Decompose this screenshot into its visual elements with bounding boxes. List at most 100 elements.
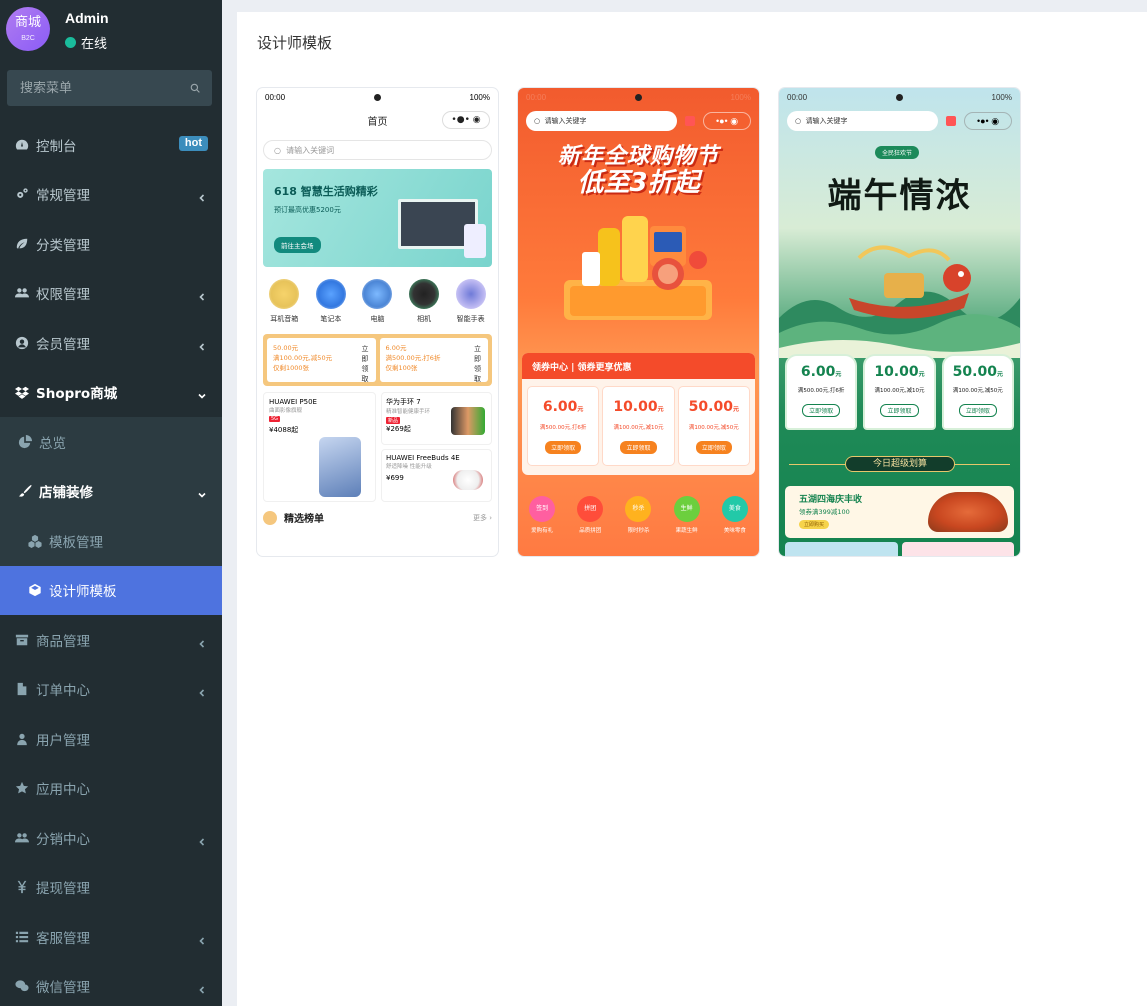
miniapp-capsule-icon: •●• ◉ <box>703 112 751 130</box>
coupon-amount: 50.00 <box>688 399 733 415</box>
earbuds-image <box>453 470 483 490</box>
search-icon[interactable] <box>190 81 200 95</box>
star-icon <box>15 781 29 795</box>
sidebar-item-auth[interactable]: 权限管理 <box>0 269 222 319</box>
coupon-condition: 满100.00元,减10元 <box>613 425 664 431</box>
sidebar-item-apps[interactable]: 应用中心 <box>0 764 222 814</box>
sidebar-item-users[interactable]: 用户管理 <box>0 714 222 764</box>
users-icon <box>15 286 29 300</box>
coupon-get: 立即领取 <box>545 441 582 454</box>
sidebar-item-designer-template[interactable]: 设计师模板 <box>0 565 222 615</box>
coupon-get: 立即领取 <box>361 345 369 383</box>
sidebar-item-distribution[interactable]: 分销中心 <box>0 813 222 863</box>
template-card-new-year[interactable]: 00:00 100% ○ 请输入关键字 •●• ◉ 新年全球购物节 低至3折起 <box>518 88 759 556</box>
decorate-submenu: 模板管理 设计师模板 <box>0 516 222 615</box>
sidebar-item-withdraw[interactable]: 提现管理 <box>0 863 222 913</box>
coupon-unit: 元 <box>577 406 584 413</box>
sidebar: 商城 B2C Admin 在线 控制台 hot 常规管理 分类管理 权限管理 <box>0 0 222 1006</box>
hot-badge: hot <box>178 136 208 151</box>
coupon-get: 立即领取 <box>695 441 732 454</box>
user-circle-icon <box>15 336 29 350</box>
sidebar-menu: 控制台 hot 常规管理 分类管理 权限管理 会员管理 Shopro商城 总览 … <box>0 120 222 1006</box>
chevron-left-icon <box>198 982 206 994</box>
flash-sale-icon: 秒杀 <box>625 496 652 522</box>
pie-chart-icon <box>18 434 32 449</box>
category-row: 耳机音箱 笔记本 电脑 相机 智能手表 <box>257 279 498 324</box>
cubes-icon <box>28 534 42 548</box>
sidebar-item-label: 设计师模板 <box>49 584 117 601</box>
coupon: 10.00元 满100.00元,减10元 立即领取 <box>603 387 674 465</box>
footer-card <box>901 542 1014 556</box>
sidebar-item-dashboard[interactable]: 控制台 hot <box>0 120 222 170</box>
coupon-amount: 50.00元 <box>273 344 299 352</box>
sidebar-item-category[interactable]: 分类管理 <box>0 219 222 269</box>
sidebar-item-wechat[interactable]: 微信管理 <box>0 962 222 1006</box>
category-item: 笔记本 <box>315 279 346 324</box>
page-title: 设计师模板 <box>257 34 333 52</box>
camera-icon <box>634 93 642 101</box>
promo-button: 立即购买 <box>799 520 830 529</box>
sidebar-item-goods[interactable]: 商品管理 <box>0 615 222 665</box>
camera-icon <box>373 93 381 101</box>
category-label: 相机 <box>417 315 432 323</box>
sidebar-item-service[interactable]: 客服管理 <box>0 912 222 962</box>
template-card-dragon-boat[interactable]: 00:00 100% ○ 请输入关键字 •●• ◉ 全民狂欢节 端午情浓 6.0… <box>779 88 1020 556</box>
banner-subtitle: 预订最高优惠5200元 <box>274 206 341 214</box>
category-label: 笔记本 <box>320 315 342 323</box>
users-icon <box>15 831 29 845</box>
coupon-unit: 元 <box>835 371 842 378</box>
coupon: 50.00元 满100.00元,减50元 立即领取 <box>941 354 1014 430</box>
sidebar-item-member[interactable]: 会员管理 <box>0 318 222 368</box>
status-battery: 100% <box>469 92 490 102</box>
hero-subtitle: 低至3折起 <box>577 168 700 198</box>
product-card: 华为手环 7 精准智能健康手环 新品 ¥269起 <box>381 392 492 445</box>
sidebar-item-general[interactable]: 常规管理 <box>0 170 222 220</box>
promo-title: 五湖四海庆丰收 <box>799 495 863 505</box>
cogs-icon <box>15 187 29 201</box>
user-name: Admin <box>65 10 109 26</box>
coupon: 50.00元 满100.00元,减50元 立即领取 <box>678 387 749 465</box>
online-dot-icon <box>65 37 76 48</box>
quick-entry: 生鲜 果蔬生鲜 <box>673 496 700 534</box>
sidebar-item-decorate[interactable]: 店铺装修 <box>0 467 222 517</box>
crab-image <box>928 492 1008 532</box>
coupon-center-title: 领券中心 | 领券更享优惠 <box>522 353 755 379</box>
file-icon <box>15 682 29 696</box>
sidebar-item-label: 店铺装修 <box>39 485 93 502</box>
user-panel: 商城 B2C Admin 在线 <box>0 0 222 62</box>
dragon-boat-image <box>849 245 971 319</box>
template-card-618[interactable]: 00:00 100% 首页 •●• ◉ ○ 请输入关键词 618 智慧生活购精彩… <box>257 88 498 556</box>
leaf-icon <box>15 237 29 251</box>
chevron-down-icon <box>198 388 206 399</box>
sidebar-item-template-manager[interactable]: 模板管理 <box>0 516 222 566</box>
coupon-amount: 6.00 <box>542 399 578 415</box>
sidebar-item-shopro[interactable]: Shopro商城 <box>0 368 222 418</box>
sidebar-item-label: 微信管理 <box>36 980 90 997</box>
monitor-icon <box>362 279 393 309</box>
main-content: 设计师模板 00:00 100% 首页 •●• ◉ ○ 请输入关键词 618 智… <box>237 12 1147 1006</box>
preview-search-text: 请输入关键字 <box>805 117 848 125</box>
coupon-row: 6.00元 满500.00元,打6折 立即领取 10.00元 满100.00元,减10… <box>785 354 1014 430</box>
preview-search: ○ 请输入关键字 <box>787 111 938 131</box>
menu-search-input[interactable] <box>20 80 190 96</box>
snack-icon: 美食 <box>721 496 748 522</box>
tag-badge: 新品 <box>386 417 401 424</box>
product-name: HUAWEI FreeBuds 4E <box>386 454 460 462</box>
promo-card: 五湖四海庆丰收 领券满399减100 立即购买 <box>785 486 1014 538</box>
avatar[interactable]: 商城 B2C <box>6 7 50 51</box>
sidebar-item-overview[interactable]: 总览 <box>0 417 222 467</box>
coupon-get: 立即领取 <box>802 404 841 417</box>
status-bar: 00:00 100% <box>518 88 759 106</box>
chevron-left-icon <box>198 339 206 351</box>
sidebar-item-orders[interactable]: 订单中心 <box>0 665 222 715</box>
coupon-unit: 元 <box>996 371 1003 378</box>
quick-entry: 拼团 品质拼团 <box>577 496 604 534</box>
status-battery: 100% <box>991 92 1012 102</box>
laptop-icon <box>315 279 346 309</box>
preview-topbar: ○ 请输入关键字 •●• ◉ <box>518 106 759 131</box>
coupon-condition: 满100.00元,减50元 <box>952 388 1003 394</box>
preview-search-text: 请输入关键字 <box>544 117 587 125</box>
wechat-icon <box>15 979 29 993</box>
status-time: 00:00 <box>526 92 547 102</box>
coupon-unit: 元 <box>732 406 739 413</box>
